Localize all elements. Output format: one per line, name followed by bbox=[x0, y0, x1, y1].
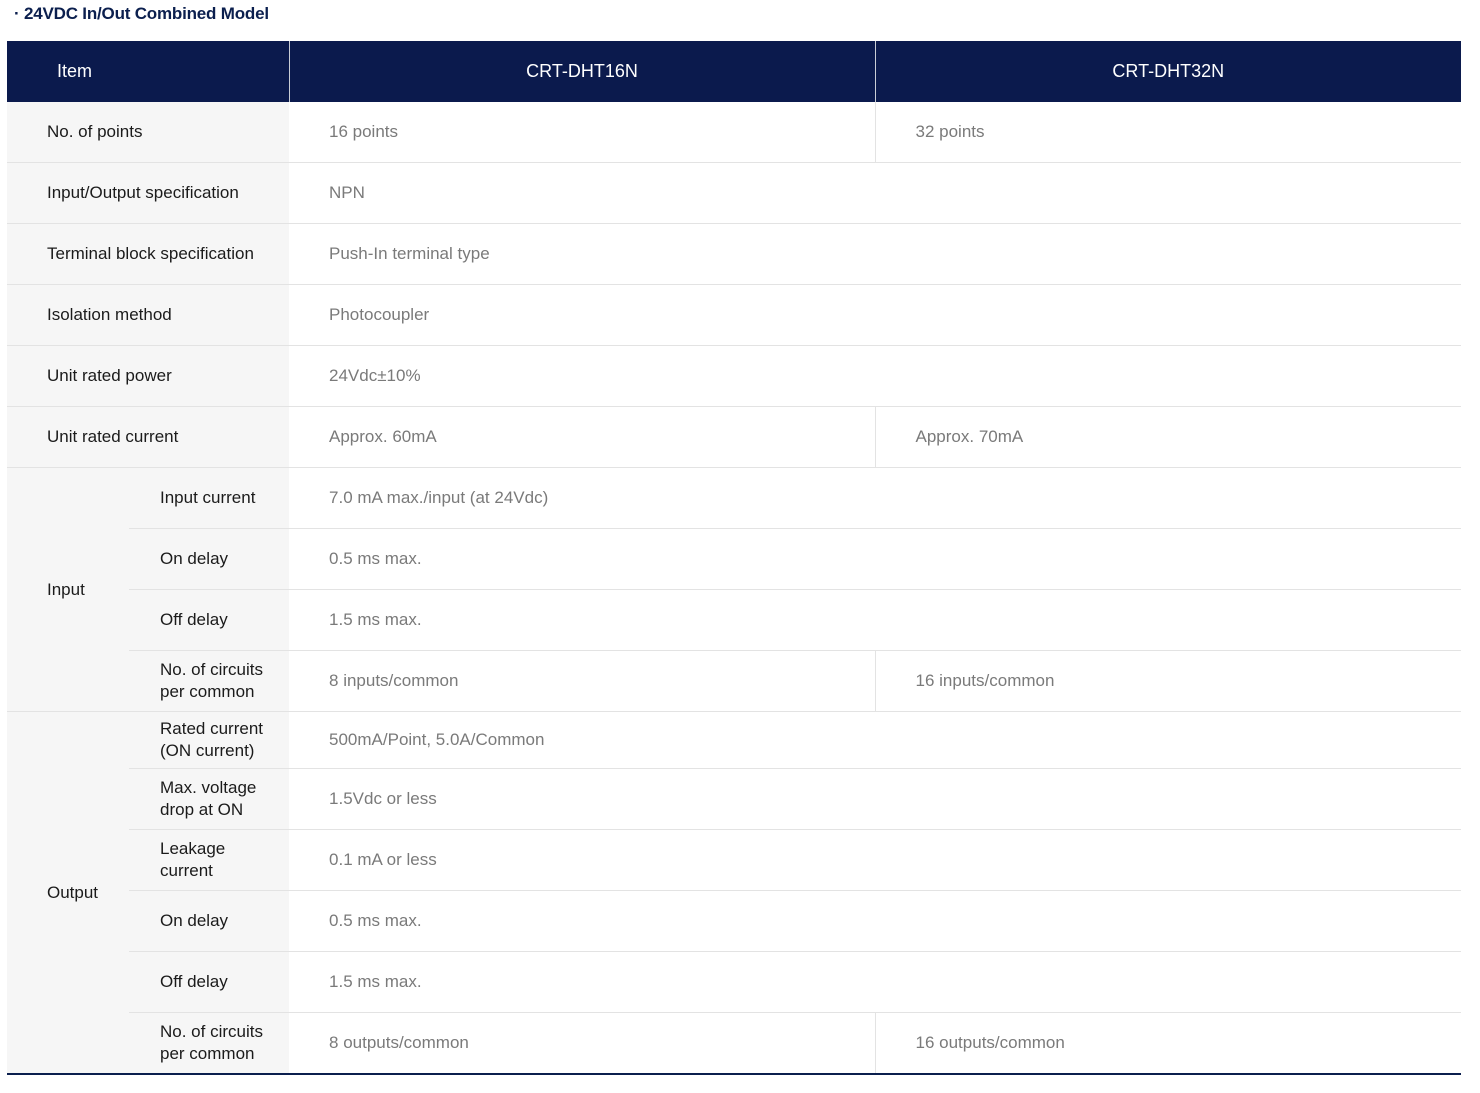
sub-label-line: current bbox=[160, 861, 213, 880]
table-row: Unit rated current Approx. 60mA Approx. … bbox=[7, 406, 1462, 468]
row-value: 16 inputs/common bbox=[874, 650, 1462, 712]
row-value: Approx. 70mA bbox=[874, 406, 1462, 468]
sub-label-line: (ON current) bbox=[160, 741, 255, 760]
sub-label: No. of circuits per common bbox=[129, 1012, 290, 1074]
row-value: 32 points bbox=[874, 102, 1462, 163]
sub-label: On delay bbox=[129, 528, 290, 590]
sub-label-line: Rated current bbox=[160, 719, 263, 738]
sub-label: On delay bbox=[129, 890, 290, 952]
sub-label-line: per common bbox=[160, 682, 255, 701]
row-value: 1.5Vdc or less bbox=[289, 768, 1462, 830]
table-row: Off delay 1.5 ms max. bbox=[7, 951, 1462, 1013]
sub-label: Leakage current bbox=[129, 829, 290, 891]
table-row: Terminal block specification Push-In ter… bbox=[7, 223, 1462, 285]
section-title: · 24VDC In/Out Combined Model bbox=[14, 4, 269, 23]
row-value: 0.5 ms max. bbox=[289, 890, 1462, 952]
row-value: 7.0 mA max./input (at 24Vdc) bbox=[289, 467, 1462, 529]
row-value: 500mA/Point, 5.0A/Common bbox=[289, 711, 1462, 769]
row-value: 16 points bbox=[289, 102, 876, 163]
table-row: No. of circuits per common 8 outputs/comm… bbox=[7, 1012, 1462, 1074]
row-value: Push-In terminal type bbox=[289, 223, 1462, 285]
sub-label-line: Leakage bbox=[160, 839, 226, 858]
group-label-input: Input bbox=[7, 467, 129, 712]
row-value: Approx. 60mA bbox=[289, 406, 876, 468]
table-row: Unit rated power 24Vdc±10% bbox=[7, 345, 1462, 407]
row-value: 0.1 mA or less bbox=[289, 829, 1462, 891]
sub-label: Input current bbox=[129, 467, 290, 529]
row-value: 24Vdc±10% bbox=[289, 345, 1462, 407]
sub-label: Off delay bbox=[129, 589, 290, 651]
header-model-crt-dht16n: CRT-DHT16N bbox=[289, 41, 876, 102]
row-label: Terminal block specification bbox=[7, 223, 290, 285]
row-value: 8 outputs/common bbox=[329, 1033, 469, 1052]
row-value: 16 outputs/common bbox=[874, 1012, 1462, 1074]
row-value: Photocoupler bbox=[289, 284, 1462, 346]
row-label: Unit rated current bbox=[7, 406, 290, 468]
header-item: Item bbox=[7, 41, 290, 102]
row-value: 0.5 ms max. bbox=[289, 528, 1462, 590]
sub-label-line: drop at ON bbox=[160, 800, 244, 819]
sub-label: Max. voltage drop at ON bbox=[129, 768, 290, 830]
sub-label-line: No. of circuits bbox=[160, 1022, 263, 1041]
table-row: Input/Output specification NPN bbox=[7, 162, 1462, 224]
sub-label-line: Max. voltage bbox=[160, 778, 257, 797]
row-label: Unit rated power bbox=[7, 345, 290, 407]
row-value: 8 inputs/common bbox=[289, 650, 876, 712]
sub-label: Rated current (ON current) bbox=[129, 711, 290, 769]
spec-table: Item CRT-DHT16N CRT-DHT32N No. of points… bbox=[7, 41, 1462, 1075]
table-row: No. of points 16 points 32 points bbox=[7, 102, 1462, 163]
row-value: 1.5 ms max. bbox=[289, 951, 1462, 1013]
table-row: On delay 0.5 ms max. bbox=[7, 890, 1462, 952]
table-row: Input Input current 7.0 mA max./input (a… bbox=[7, 467, 1462, 712]
header-model-crt-dht32n: CRT-DHT32N bbox=[875, 41, 1462, 102]
table-row: Output Rated current (ON current) 500mA/P… bbox=[7, 711, 1462, 1075]
table-row: Isolation method Photocoupler bbox=[7, 284, 1462, 346]
table-row: Leakage current 0.1 mA or less bbox=[7, 829, 1462, 891]
row-label: Isolation method bbox=[7, 284, 290, 346]
row-value: 1.5 ms max. bbox=[289, 589, 1462, 651]
row-label: No. of points bbox=[7, 102, 290, 163]
table-row: Off delay 1.5 ms max. bbox=[7, 589, 1462, 651]
table-row: On delay 0.5 ms max. bbox=[7, 528, 1462, 590]
table-header-row: Item CRT-DHT16N CRT-DHT32N bbox=[7, 41, 1462, 102]
sub-label-line: per common bbox=[160, 1044, 255, 1063]
row-value: NPN bbox=[289, 162, 1462, 224]
row-label: Input/Output specification bbox=[7, 162, 290, 224]
sub-label: No. of circuits per common bbox=[129, 650, 290, 712]
table-row: Max. voltage drop at ON 1.5Vdc or less bbox=[7, 768, 1462, 830]
table-row: No. of circuits per common 8 inputs/commo… bbox=[7, 650, 1462, 712]
sub-label: Off delay bbox=[129, 951, 290, 1013]
sub-label-line: No. of circuits bbox=[160, 660, 263, 679]
group-label-output: Output bbox=[7, 711, 129, 1075]
